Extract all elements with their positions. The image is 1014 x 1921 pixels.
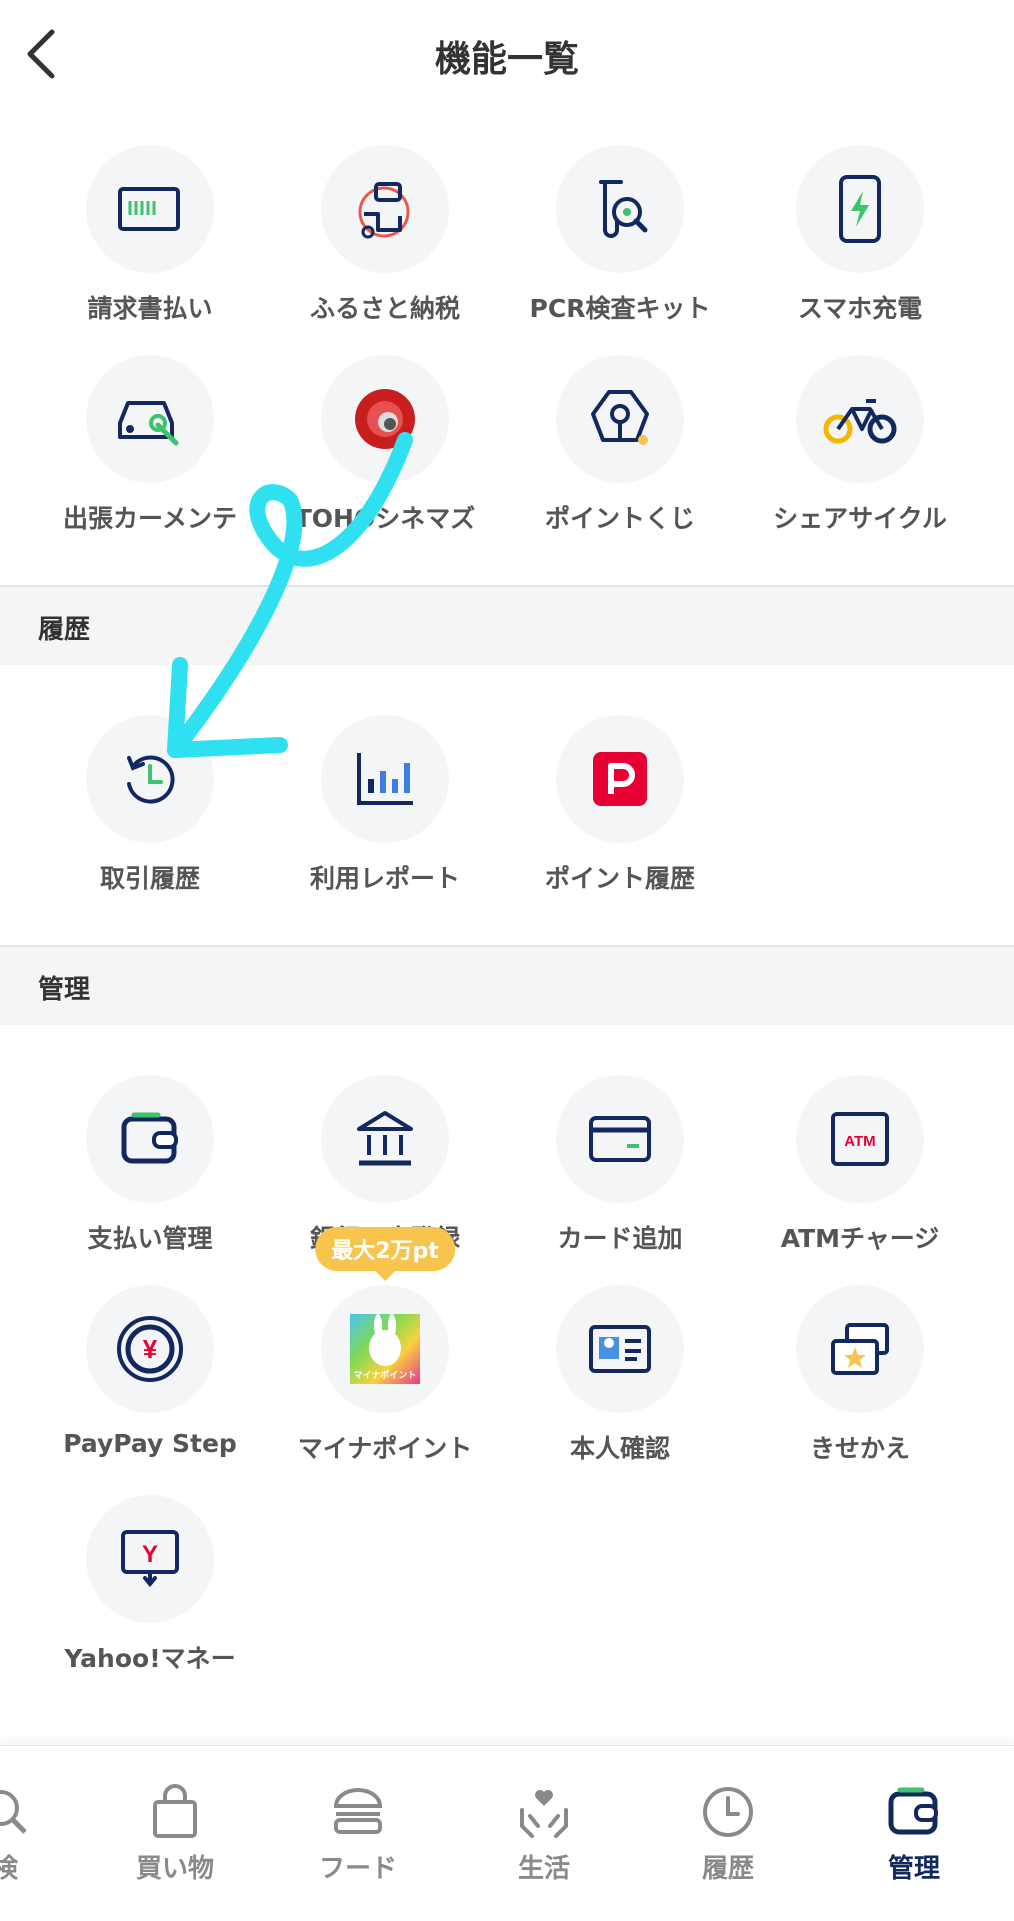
svg-text:¥: ¥ [143,1334,158,1364]
management-item-paypay-step[interactable]: ¥ PayPay Step [40,1285,260,1458]
credit-card-icon [556,1075,684,1203]
management-item-identity[interactable]: 本人確認 [510,1285,730,1465]
tab-management[interactable]: 管理 [854,1784,974,1885]
feature-label: ポイント履歴 [544,864,695,893]
bar-chart-icon [321,715,449,843]
history-item-points[interactable]: ポイント履歴 [510,715,730,895]
point-lottery-icon [556,355,684,483]
management-item-atm-charge[interactable]: ATM ATMチャージ [750,1075,970,1255]
shopping-bag-icon [153,1784,197,1838]
feature-invoice-payment[interactable]: 請求書払い [40,145,260,325]
yahoo-money-icon: Y [86,1495,214,1623]
wallet-icon [86,1075,214,1203]
mynapoint-icon: マイナポイント [321,1285,449,1413]
feature-toho-cinemas[interactable]: TOHOシネマズ [275,355,495,535]
feature-label: PCR検査キット [529,294,711,323]
tab-label: 生活 [517,1854,570,1884]
paypay-point-icon [556,715,684,843]
section-title: 管理 [38,975,91,1005]
clock-icon [703,1787,753,1837]
theme-cards-icon [796,1285,924,1413]
atm-icon: ATM [796,1075,924,1203]
burger-icon [333,1788,383,1834]
management-section-header: 管理 [0,945,1014,1025]
toho-cinemas-icon [321,355,449,483]
svg-text:ATM: ATM [844,1133,875,1150]
tab-label: 履歴 [701,1854,754,1884]
yen-coin-icon: ¥ [86,1285,214,1413]
tab-shopping[interactable]: 買い物 [115,1784,235,1885]
svg-text:マイナポイント: マイナポイント [354,1369,417,1380]
feature-label: Yahoo!マネー [64,1644,236,1673]
feature-car-maintenance[interactable]: 出張カーメンテ [40,355,260,535]
pcr-test-icon [556,145,684,273]
tab-label: フード [318,1854,397,1884]
tab-label: 買い物 [135,1854,214,1884]
feature-label: ふるさと納税 [309,294,460,323]
management-item-mynapoint[interactable]: 最大2万pt マイナポイント マイナポイント [275,1227,495,1465]
feature-label: 利用レポート [309,864,460,893]
section-title: 履歴 [38,615,91,645]
tab-label: 検 [0,1854,18,1884]
feature-pcr-test[interactable]: PCR検査キット [510,145,730,325]
feature-label: カード追加 [557,1224,683,1253]
bicycle-icon [796,355,924,483]
bottom-tab-bar: 検 買い物 フード 生活 履歴 管理 [0,1745,1014,1921]
hometown-tax-icon [321,145,449,273]
search-icon [0,1790,27,1834]
invoice-icon [86,145,214,273]
feature-label: マイナポイント [297,1434,473,1463]
feature-label: TOHOシネマズ [294,504,476,533]
feature-label: PayPay Step [63,1429,237,1458]
tab-life[interactable]: 生活 [484,1784,604,1885]
tab-history[interactable]: 履歴 [668,1784,788,1885]
feature-point-lottery[interactable]: ポイントくじ [510,355,730,535]
heart-hands-icon [520,1790,568,1838]
history-section-header: 履歴 [0,585,1014,665]
feature-label: 出張カーメンテ [62,504,237,533]
feature-phone-charge[interactable]: スマホ充電 [750,145,970,325]
tab-food[interactable]: フード [298,1784,418,1885]
tab-label: 管理 [887,1854,940,1884]
bonus-badge: 最大2万pt [315,1227,455,1281]
feature-share-cycle[interactable]: シェアサイクル [750,355,970,535]
management-item-add-card[interactable]: カード追加 [510,1075,730,1255]
feature-label: 本人確認 [569,1434,670,1463]
history-item-usage-report[interactable]: 利用レポート [275,715,495,895]
feature-label: きせかえ [809,1434,910,1463]
wallet-icon [888,1787,938,1835]
car-maintenance-icon [86,355,214,483]
tab-search[interactable]: 検 [0,1784,65,1885]
history-item-transactions[interactable]: 取引履歴 [40,715,260,895]
svg-text:Y: Y [142,1541,158,1568]
feature-label: シェアサイクル [773,504,947,533]
feature-label: 取引履歴 [99,864,200,893]
feature-label: ポイントくじ [544,504,695,533]
feature-label: 支払い管理 [87,1224,213,1253]
id-card-icon [556,1285,684,1413]
feature-label: ATMチャージ [780,1224,940,1253]
phone-charge-icon [796,145,924,273]
page-title: 機能一覧 [434,39,579,80]
feature-label: 請求書払い [87,294,213,323]
clock-history-icon [86,715,214,843]
bank-icon [321,1075,449,1203]
feature-hometown-tax[interactable]: ふるさと納税 [275,145,495,325]
management-item-payment[interactable]: 支払い管理 [40,1075,260,1255]
header: 機能一覧 [0,0,1014,110]
feature-label: スマホ充電 [797,294,923,323]
management-item-theme[interactable]: きせかえ [750,1285,970,1465]
management-item-yahoo-money[interactable]: Y Yahoo!マネー [40,1495,260,1675]
